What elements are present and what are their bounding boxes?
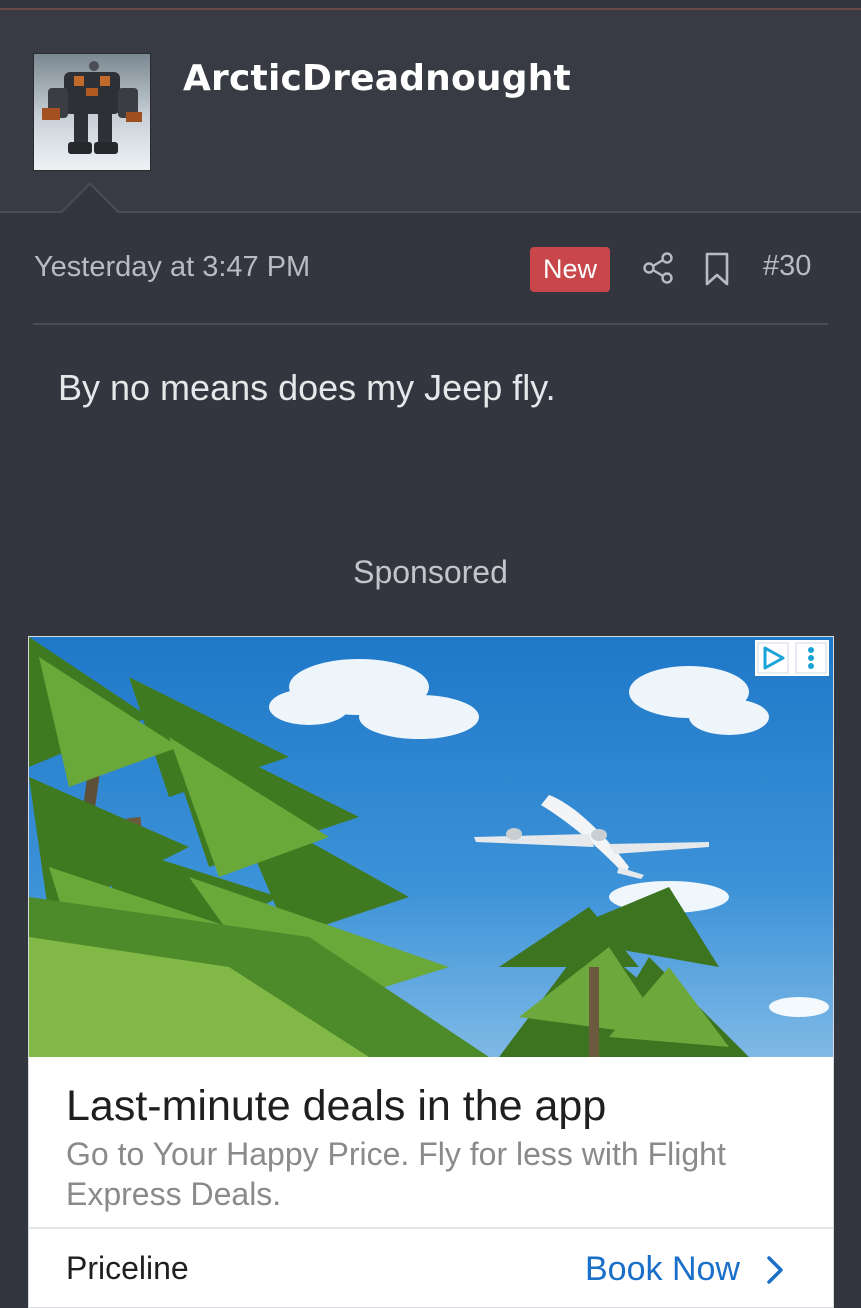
adchoices-badge[interactable]: [755, 640, 829, 676]
ad-divider: [29, 1227, 833, 1229]
adchoices-icon[interactable]: [757, 642, 789, 674]
chevron-right-icon[interactable]: [765, 1254, 785, 1286]
new-badge: New: [530, 247, 610, 292]
bookmark-icon[interactable]: [704, 252, 730, 286]
post-body-text: By no means does my Jeep fly.: [58, 367, 556, 408]
meta-divider: [33, 323, 828, 325]
user-avatar[interactable]: [33, 53, 151, 171]
sponsored-label: Sponsored: [353, 554, 508, 590]
post-number-link[interactable]: #30: [763, 250, 811, 283]
username[interactable]: ArcticDreadnought: [183, 58, 571, 99]
ad-advertiser: Priceline: [66, 1250, 189, 1286]
ad-image[interactable]: [29, 637, 833, 1057]
kebab-menu-icon[interactable]: [795, 642, 827, 674]
share-icon[interactable]: [642, 252, 674, 284]
ad-description: Go to Your Happy Price. Fly for less wit…: [66, 1136, 726, 1212]
book-now-button[interactable]: Book Now: [585, 1250, 740, 1289]
post-date[interactable]: Yesterday at 3:47 PM: [34, 251, 310, 284]
user-header: ArcticDreadnought: [0, 10, 861, 211]
ad-card[interactable]: Last-minute deals in the app Go to Your …: [28, 636, 834, 1308]
header-divider: [0, 211, 861, 213]
ad-title[interactable]: Last-minute deals in the app: [66, 1082, 606, 1131]
